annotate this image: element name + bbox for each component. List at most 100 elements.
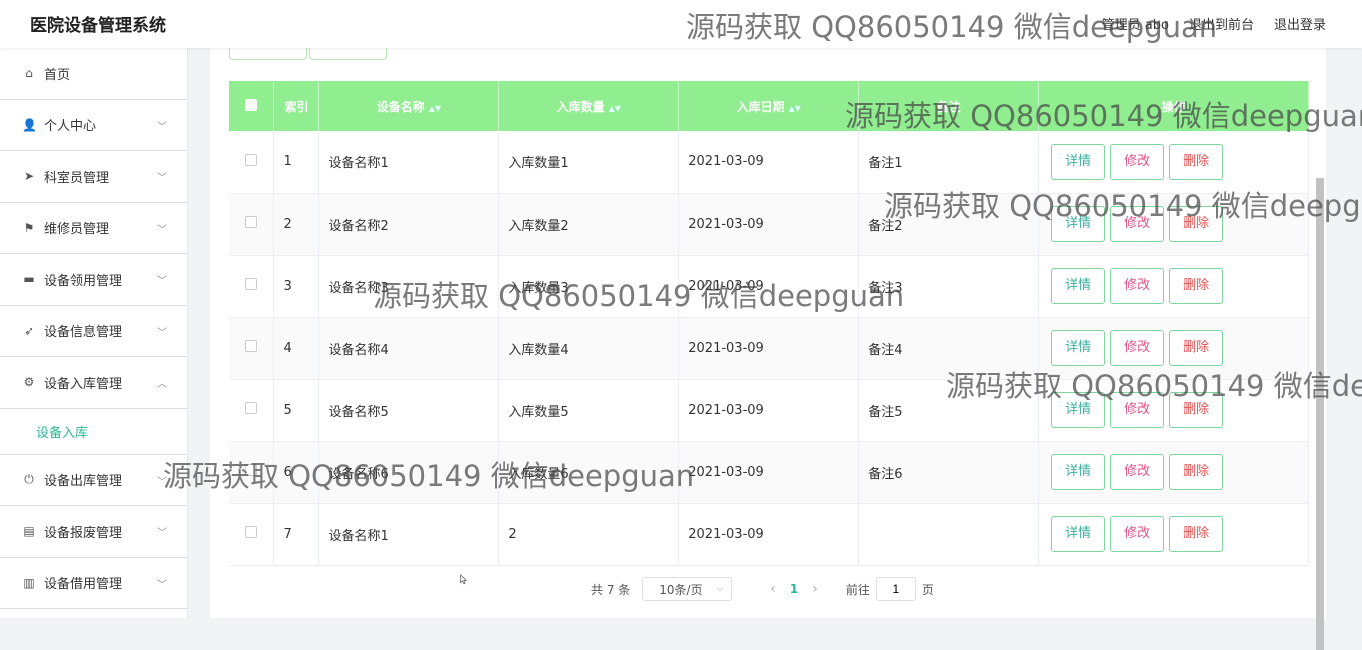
edit-button[interactable]: 修改 <box>1110 143 1165 180</box>
cell-note: 备注1 <box>858 131 1040 194</box>
sidebar-item-label: 设备入库管理 <box>44 376 123 392</box>
detail-button[interactable]: 详情 <box>1051 392 1106 428</box>
table-row: 6 设备名称6 入库数量6 2021-03-09 备注6 详情 修改 删除 <box>229 441 1309 504</box>
col-index: 索引 <box>273 81 320 131</box>
cell-name: 设备名称1 <box>318 503 500 566</box>
cell-qty: 入库数量1 <box>498 131 680 194</box>
cell-actions: 详情 修改 删除 <box>1038 317 1309 380</box>
row-checkbox[interactable] <box>245 153 258 166</box>
sidebar-item[interactable]: ➶ 设备信息管理 ﹀ <box>0 306 187 357</box>
logout-link[interactable]: 退出登录 <box>1274 14 1326 33</box>
chevron-up-icon: ︿ <box>157 379 167 390</box>
sidebar-item[interactable]: ⏻ 设备出库管理 ﹀ <box>0 455 187 506</box>
edit-button[interactable]: 修改 <box>1110 454 1165 490</box>
delete-button[interactable]: 删除 <box>1169 392 1224 428</box>
cell-index: 2 <box>273 193 320 256</box>
cell-name: 设备名称3 <box>318 255 500 318</box>
row-select-cell <box>229 317 275 380</box>
sort-icon[interactable]: ▲▼ <box>429 104 441 113</box>
row-checkbox[interactable] <box>245 340 258 352</box>
cell-qty: 入库数量6 <box>498 441 680 504</box>
detail-button[interactable]: 详情 <box>1051 143 1106 180</box>
cup-icon: ▬ <box>23 272 35 287</box>
delete-button[interactable]: 删除 <box>1169 454 1224 490</box>
goto-page-input[interactable] <box>875 577 916 601</box>
cell-actions: 详情 修改 删除 <box>1038 131 1309 194</box>
row-select-cell <box>229 379 275 442</box>
edit-button[interactable]: 修改 <box>1110 330 1165 366</box>
col-date[interactable]: 入库日期 ▲▼ <box>678 81 860 131</box>
chevron-down-icon: ﹀ <box>157 476 167 488</box>
sidebar-item[interactable]: ⚙ 设备入库管理 ︿ <box>0 357 187 409</box>
col-qty[interactable]: 入库数量 ▲▼ <box>498 81 680 131</box>
delete-button[interactable]: 删除 <box>1169 516 1224 552</box>
select-all-checkbox[interactable] <box>245 98 258 111</box>
row-checkbox[interactable] <box>245 216 258 228</box>
sidebar-item[interactable]: ⚑ 维修员管理 ﹀ <box>0 203 187 254</box>
page-suffix: 页 <box>921 582 934 597</box>
delete-button[interactable]: 删除 <box>1169 143 1224 180</box>
home-icon: ⌂ <box>25 66 33 81</box>
send-icon: ➤ <box>23 169 35 184</box>
delete-button[interactable]: 删除 <box>1169 206 1224 242</box>
delete-button[interactable]: 删除 <box>1169 330 1224 366</box>
col-date-label: 入库日期 <box>736 99 785 114</box>
chevron-down-icon: ﹀ <box>157 276 167 287</box>
row-select-cell <box>229 441 275 504</box>
sidebar-item-label: 科室员管理 <box>44 170 110 186</box>
header-links: 管理员 abo 退出到前台 退出登录 <box>1102 14 1326 33</box>
detail-button[interactable]: 详情 <box>1051 516 1106 552</box>
sidebar-item[interactable]: ➤ 科室员管理 ﹀ <box>0 151 187 203</box>
sidebar-item[interactable]: 👤 个人中心 ﹀ <box>0 100 187 151</box>
cell-date: 2021-03-09 <box>678 317 860 380</box>
sidebar-item[interactable]: ▤ 设备报废管理 ﹀ <box>0 506 187 558</box>
cell-date: 2021-03-09 <box>678 131 860 194</box>
prev-page-icon[interactable]: ‹ <box>770 581 776 597</box>
sidebar-item[interactable]: ▥ 设备借用管理 ﹀ <box>0 558 187 609</box>
cell-qty: 入库数量3 <box>498 255 680 318</box>
card-icon: ▤ <box>23 524 35 539</box>
next-page-icon[interactable]: › <box>812 581 818 597</box>
col-name-label: 设备名称 <box>376 99 425 114</box>
sort-icon[interactable]: ▲▼ <box>609 104 621 113</box>
sidebar-item[interactable]: ▬ 设备领用管理 ﹀ <box>0 254 187 306</box>
sidebar-item-label: 设备领用管理 <box>44 273 123 289</box>
row-checkbox[interactable] <box>245 278 258 290</box>
cell-actions: 详情 修改 删除 <box>1038 255 1309 318</box>
cell-name: 设备名称4 <box>318 317 500 380</box>
row-checkbox[interactable] <box>245 526 258 538</box>
row-checkbox[interactable] <box>245 464 258 476</box>
gear-icon: ⚙ <box>23 375 35 390</box>
edit-button[interactable]: 修改 <box>1110 206 1165 242</box>
cell-name: 设备名称5 <box>318 379 500 442</box>
sidebar-item-label: 首页 <box>44 67 71 83</box>
row-checkbox[interactable] <box>245 402 258 414</box>
main-content: 索引 设备名称 ▲▼ 入库数量 ▲▼ 入库日期 ▲▼ 备注 操作 1 设备名称1 入库数量… <box>210 38 1326 650</box>
detail-button[interactable]: 详情 <box>1051 206 1106 242</box>
cell-actions: 详情 修改 删除 <box>1038 379 1309 442</box>
col-name[interactable]: 设备名称 ▲▼ <box>318 81 500 131</box>
edit-button[interactable]: 修改 <box>1110 268 1165 304</box>
edit-button[interactable]: 修改 <box>1110 392 1165 428</box>
detail-button[interactable]: 详情 <box>1051 454 1106 490</box>
row-select-cell <box>229 131 275 194</box>
edit-button[interactable]: 修改 <box>1110 516 1165 552</box>
table-row: 5 设备名称5 入库数量5 2021-03-09 备注5 详情 修改 删除 <box>229 379 1309 442</box>
page-size-select[interactable]: 10条/页 ⌵ <box>642 577 733 601</box>
back-frontend-link[interactable]: 退出到前台 <box>1189 14 1254 33</box>
sidebar-subitem-active[interactable]: 设备入库 <box>0 409 187 455</box>
col-note: 备注 <box>858 81 1040 131</box>
sort-icon[interactable]: ▲▼ <box>789 104 801 113</box>
detail-button[interactable]: 详情 <box>1051 268 1106 304</box>
scrollbar[interactable] <box>1316 178 1324 650</box>
cell-note <box>858 503 1040 566</box>
table-row: 7 设备名称1 2 2021-03-09 详情 修改 删除 <box>229 503 1309 566</box>
sidebar-item[interactable]: ⌂ 首页 <box>0 48 187 100</box>
col-actions: 操作 <box>1038 81 1309 131</box>
current-page[interactable]: 1 <box>790 582 798 596</box>
detail-button[interactable]: 详情 <box>1051 330 1106 366</box>
cell-note: 备注6 <box>858 441 1040 504</box>
delete-button[interactable]: 删除 <box>1169 268 1224 304</box>
cell-note: 备注5 <box>858 379 1040 442</box>
select-all-cell[interactable] <box>229 81 275 131</box>
